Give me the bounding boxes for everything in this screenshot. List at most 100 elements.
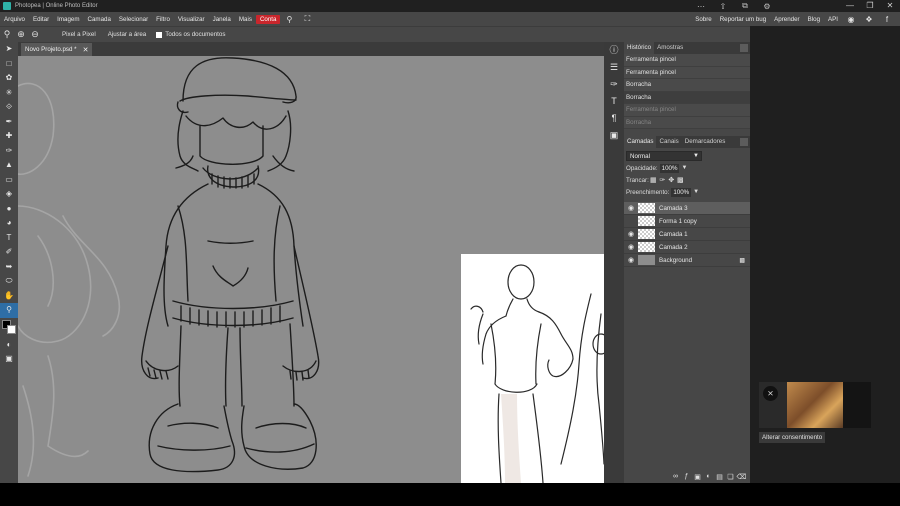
consent-button[interactable]: Alterar consentimento <box>759 432 826 443</box>
reddit-icon[interactable]: ◉ <box>842 15 860 24</box>
image-panel-icon[interactable]: ▣ <box>604 127 624 144</box>
layer-row[interactable]: ◉ Camada 1 <box>624 228 750 241</box>
layer-row[interactable]: Forma 1 copy <box>624 215 750 228</box>
lock-brush-icon[interactable]: ✑ <box>658 176 667 184</box>
zoom-tool-button-icon[interactable]: ⚲ <box>0 303 18 318</box>
account-button[interactable]: Conta <box>255 14 281 24</box>
menu-sobre[interactable]: Sobre <box>691 16 716 23</box>
minimize-button[interactable]: — <box>840 0 860 12</box>
menu-mais[interactable]: Mais <box>235 16 256 23</box>
settings-icon[interactable]: ⚙ <box>756 2 778 11</box>
menu-aprender[interactable]: Aprender <box>770 16 803 23</box>
opacity-input[interactable]: 100% <box>659 163 680 173</box>
fx-icon[interactable]: ƒ <box>681 473 692 480</box>
tab-swatches[interactable]: Amostras <box>654 42 686 54</box>
collapse-icon[interactable] <box>740 138 748 146</box>
folder-icon[interactable]: ▤ <box>714 473 725 481</box>
eraser-tool-icon[interactable]: ▭ <box>0 173 18 188</box>
pixel-to-pixel-button[interactable]: Pixel a Pixel <box>56 31 102 38</box>
menu-janela[interactable]: Janela <box>209 16 235 23</box>
tab-paths[interactable]: Demarcadores <box>682 136 729 148</box>
menu-filtro[interactable]: Filtro <box>152 16 174 23</box>
layer-row[interactable]: ◉ Camada 3 <box>624 202 750 215</box>
hand-tool-icon[interactable]: ✋ <box>0 289 18 304</box>
fill-tool-icon[interactable]: ◈ <box>0 187 18 202</box>
blend-mode-select[interactable]: Normal ▼ <box>626 151 702 161</box>
history-item[interactable]: Ferramenta pincel <box>624 104 750 117</box>
crop-tool-icon[interactable]: ⟐ <box>0 100 18 115</box>
layer-row[interactable]: ◉ Background ▩ <box>624 254 750 267</box>
all-documents-checkbox[interactable]: Todos os documentos <box>152 31 225 38</box>
dodge-tool-icon[interactable]: ◕ <box>0 216 18 231</box>
document-tab[interactable]: Novo Projeto.psd * ✕ <box>21 43 93 56</box>
fit-area-button[interactable]: Ajustar a área <box>102 31 153 38</box>
screen-mode-icon[interactable]: ▣ <box>0 352 18 367</box>
zoom-out-icon[interactable]: ⊖ <box>28 29 42 40</box>
info-icon[interactable]: ⓘ <box>604 42 624 59</box>
stamp-tool-icon[interactable]: ▲ <box>0 158 18 173</box>
history-item[interactable]: Borracha <box>624 116 750 129</box>
checkbox-box[interactable] <box>156 31 163 38</box>
eye-icon[interactable]: ◉ <box>624 243 638 251</box>
mute-icon[interactable]: ⨯ <box>763 386 778 401</box>
adjustment-icon[interactable]: ◐ <box>703 473 714 480</box>
lock-all-icon[interactable]: ▩ <box>676 176 685 184</box>
properties-icon[interactable]: ☰ <box>604 59 624 76</box>
tab-layers[interactable]: Camadas <box>624 136 657 148</box>
quick-mask-icon[interactable]: ◐ <box>0 338 18 353</box>
collapse-icon[interactable] <box>740 44 748 52</box>
chevron-down-icon[interactable]: ▼ <box>693 189 699 195</box>
menu-editar[interactable]: Editar <box>29 16 53 23</box>
twitter-icon[interactable]: ❖ <box>860 15 878 24</box>
lock-position-icon[interactable]: ✥ <box>667 176 676 184</box>
eye-icon[interactable]: ◉ <box>624 230 638 238</box>
more-icon[interactable]: ⋯ <box>690 2 712 11</box>
healing-tool-icon[interactable]: ✚ <box>0 129 18 144</box>
fullscreen-icon[interactable]: ⛶ <box>298 14 316 24</box>
extension-icon[interactable]: ⧉ <box>734 1 756 11</box>
history-item[interactable]: Ferramenta pincel <box>624 54 750 67</box>
brush-tool-icon[interactable]: ✑ <box>0 144 18 159</box>
canvas-area[interactable] <box>18 56 604 483</box>
history-item[interactable]: Borracha <box>624 79 750 92</box>
trash-icon[interactable]: ⌫ <box>736 473 747 481</box>
new-layer-icon[interactable]: ❏ <box>725 473 736 481</box>
eye-icon[interactable]: ◉ <box>624 256 638 264</box>
menu-arquivo[interactable]: Arquivo <box>0 16 29 23</box>
close-window-button[interactable]: ✕ <box>880 0 900 12</box>
layer-row[interactable]: ◉ Camada 2 <box>624 241 750 254</box>
lasso-tool-icon[interactable]: ✿ <box>0 71 18 86</box>
lock-pixels-icon[interactable]: ▦ <box>649 176 658 184</box>
character-icon[interactable]: T <box>604 93 624 110</box>
eye-icon[interactable]: ◉ <box>624 204 638 212</box>
menu-camada[interactable]: Camada <box>84 16 115 23</box>
marquee-tool-icon[interactable]: □ <box>0 57 18 72</box>
history-item[interactable]: Ferramenta pincel <box>624 66 750 79</box>
paragraph-icon[interactable]: ¶ <box>604 110 624 127</box>
close-tab-icon[interactable]: ✕ <box>83 46 89 54</box>
zoom-in-icon[interactable]: ⊕ <box>14 29 28 40</box>
menu-visualizar[interactable]: Visualizar <box>174 16 209 23</box>
share-icon[interactable]: ⇧ <box>712 2 734 11</box>
link-icon[interactable]: ∞ <box>670 473 681 480</box>
background-color[interactable] <box>7 324 16 334</box>
facebook-icon[interactable]: f <box>878 15 896 24</box>
menu-imagem[interactable]: Imagem <box>53 16 83 23</box>
move-tool-icon[interactable]: ➤ <box>0 42 18 57</box>
color-swatches[interactable] <box>0 318 18 338</box>
menu-blog[interactable]: Blog <box>804 16 824 23</box>
ad-video[interactable]: ⨯ <box>759 382 871 428</box>
fill-input[interactable]: 100% <box>671 187 692 197</box>
chevron-down-icon[interactable]: ▼ <box>681 165 687 171</box>
brush-settings-icon[interactable]: ✑ <box>604 76 624 93</box>
text-tool-icon[interactable]: T <box>0 231 18 246</box>
eyedropper-tool-icon[interactable]: ✒ <box>0 115 18 130</box>
menu-report-bug[interactable]: Reportar um bug <box>716 16 770 23</box>
maximize-button[interactable]: ❐ <box>860 0 880 12</box>
path-select-tool-icon[interactable]: ➥ <box>0 260 18 275</box>
mask-icon[interactable]: ▣ <box>692 473 703 481</box>
tab-channels[interactable]: Canais <box>656 136 681 148</box>
magic-wand-tool-icon[interactable]: ✳ <box>0 86 18 101</box>
blur-tool-icon[interactable]: ● <box>0 202 18 217</box>
menu-selecionar[interactable]: Selecionar <box>115 16 152 23</box>
